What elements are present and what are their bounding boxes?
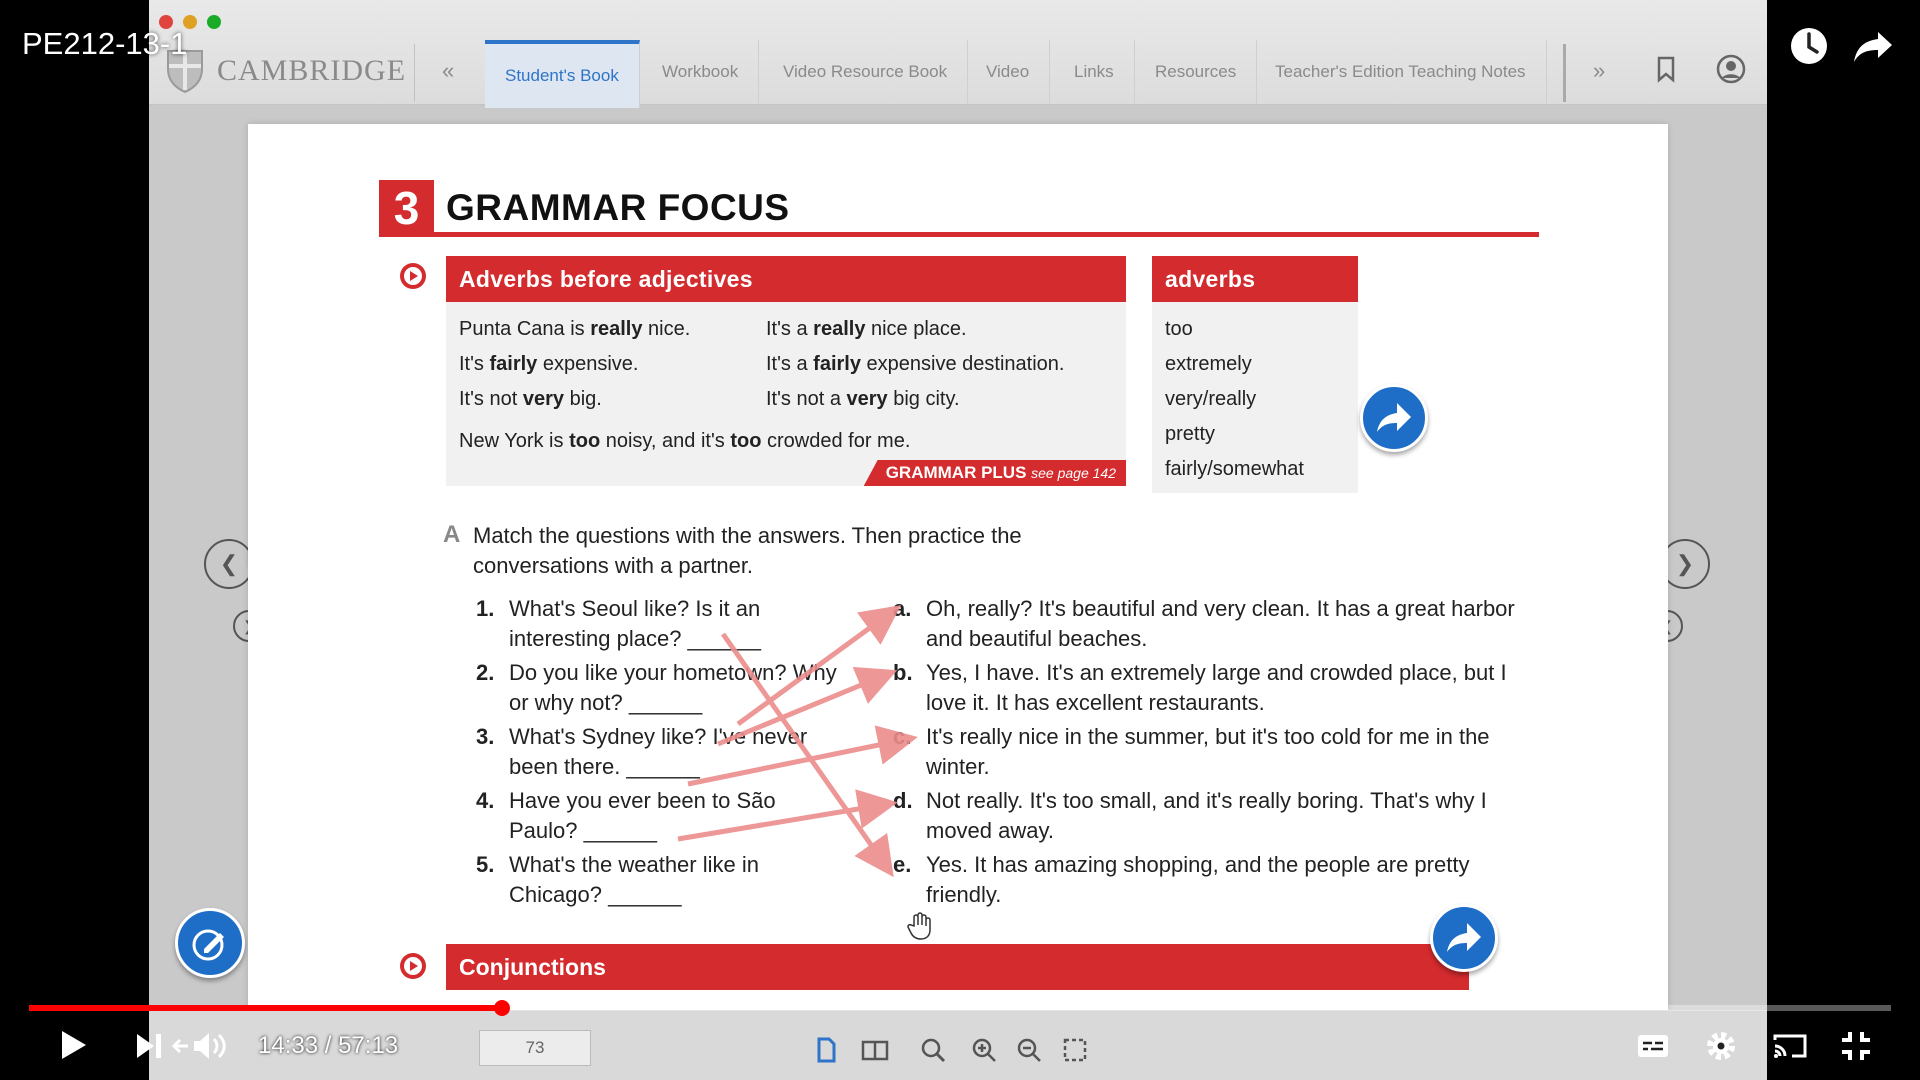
draw-icon (192, 929, 224, 961)
clock-icon[interactable] (1787, 24, 1831, 68)
tab-teachers-notes[interactable]: Teacher's Edition Teaching Notes (1255, 40, 1547, 104)
progress-scrubber[interactable] (494, 1000, 510, 1016)
conjunctions-title: Conjunctions (446, 944, 1469, 990)
forward-button-bottom[interactable] (1430, 904, 1498, 972)
account-icon[interactable] (1716, 54, 1746, 84)
progress-bar[interactable] (29, 1000, 1891, 1016)
draw-button[interactable] (175, 908, 245, 978)
brand: CAMBRIDGE (165, 48, 406, 94)
page-number-field[interactable]: 73 (479, 1030, 591, 1066)
share-icon[interactable] (1852, 24, 1896, 68)
tab-workbook[interactable]: Workbook (642, 40, 760, 104)
match-arrow (736, 605, 902, 727)
match-arrow (687, 725, 918, 787)
forward-icon (1447, 923, 1481, 952)
play-icon[interactable] (58, 1028, 88, 1062)
audio-play-icon[interactable] (399, 952, 427, 980)
fit-page-icon[interactable] (1061, 1036, 1089, 1064)
zoom-dot[interactable] (207, 15, 221, 29)
double-page-icon[interactable] (861, 1036, 889, 1064)
tabs-next-button[interactable]: » (1593, 58, 1605, 84)
tab-video[interactable]: Video (966, 40, 1051, 104)
tab-video-resource-book[interactable]: Video Resource Book (763, 40, 969, 104)
time-display: 14:33 / 57:13 (258, 1032, 399, 1059)
volume-icon[interactable] (172, 1030, 230, 1062)
tabs-prev-button[interactable]: « (442, 58, 454, 84)
book-page: 3 GRAMMAR FOCUS Adverbs before adjective… (248, 124, 1668, 1024)
matching-arrows (677, 605, 918, 878)
fullscreen-exit-icon[interactable] (1840, 1030, 1872, 1062)
prev-page-button[interactable]: ❮ (204, 539, 254, 589)
match-arrow (717, 666, 898, 747)
zoom-in-icon[interactable] (970, 1036, 998, 1064)
zoom-out-icon[interactable] (1015, 1036, 1043, 1064)
bookmark-icon[interactable] (1651, 54, 1681, 84)
video-title: PE212-13-1 (22, 26, 188, 61)
brand-name: CAMBRIDGE (217, 54, 407, 87)
tab-students-book[interactable]: Student's Book (485, 40, 640, 108)
settings-icon[interactable] (1704, 1029, 1738, 1063)
hand-cursor-icon (907, 912, 931, 940)
search-icon[interactable] (919, 1036, 947, 1064)
progress-played (29, 1005, 502, 1011)
tab-resources[interactable]: Resources (1135, 40, 1258, 104)
single-page-icon[interactable] (812, 1036, 840, 1064)
video-frame: CAMBRIDGE « Student's Book Workbook Vide… (149, 0, 1767, 1080)
next-icon[interactable] (134, 1032, 164, 1060)
app-toolbar: CAMBRIDGE « Student's Book Workbook Vide… (149, 0, 1767, 108)
captions-icon[interactable] (1636, 1032, 1670, 1060)
tab-links[interactable]: Links (1054, 40, 1135, 104)
match-arrow (720, 632, 894, 878)
cast-icon[interactable] (1772, 1032, 1808, 1060)
